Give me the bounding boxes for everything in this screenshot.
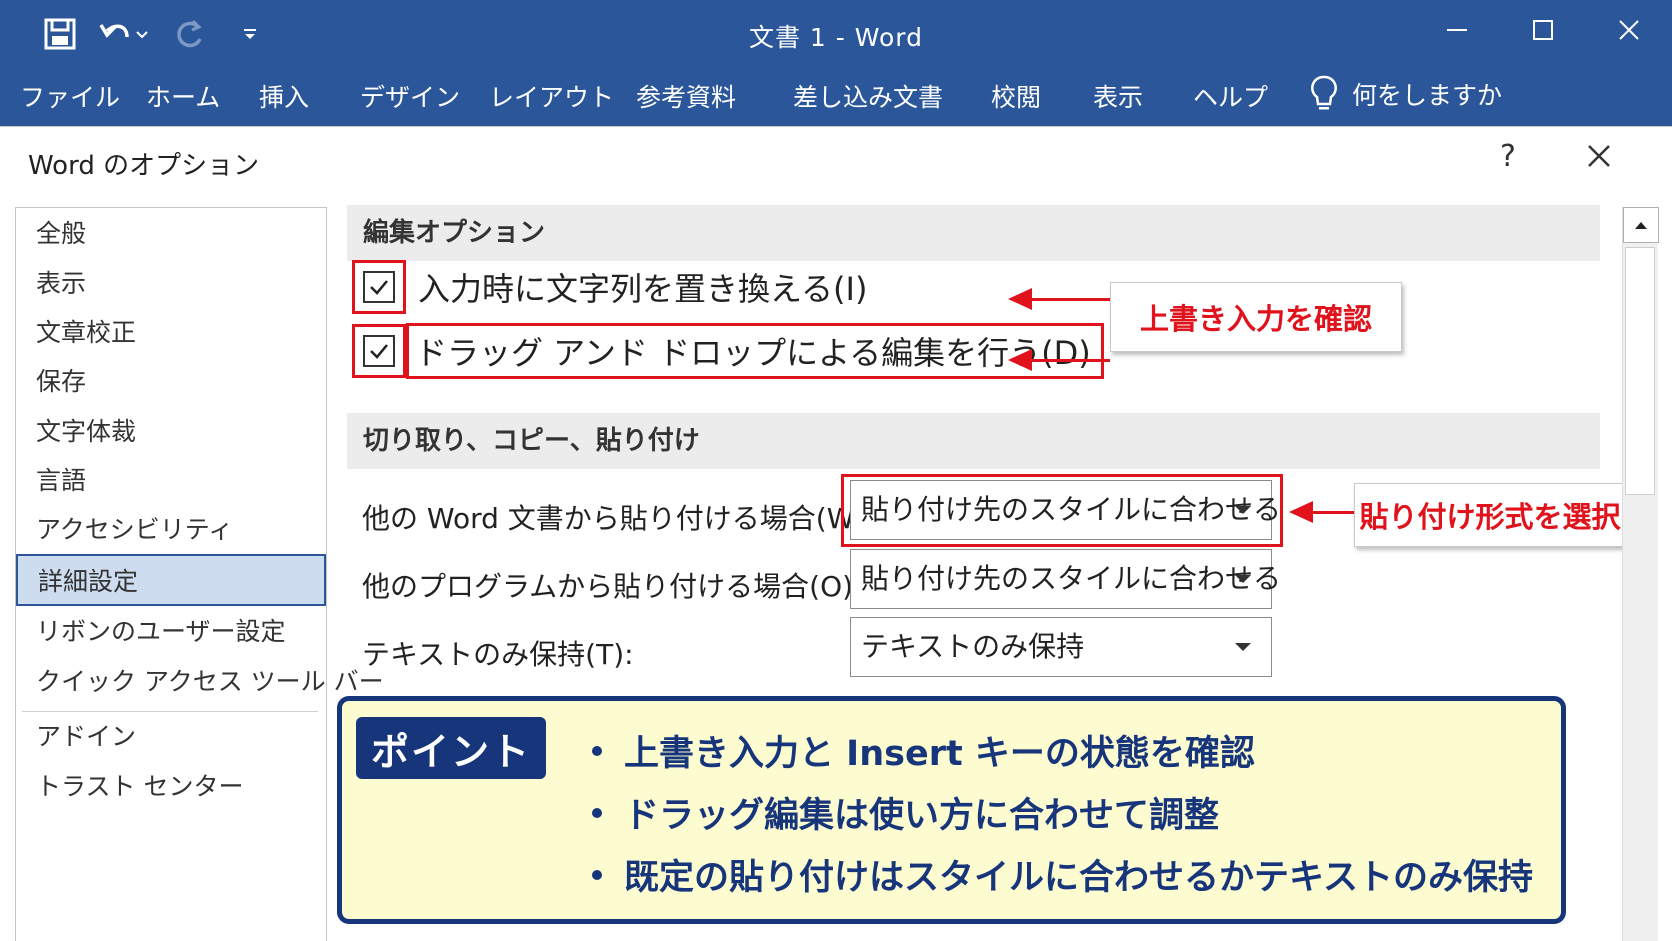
paste-within-word-value: 貼り付け先のスタイルに合わせる — [861, 493, 1282, 526]
nav-item-display[interactable]: 表示 — [16, 258, 326, 310]
highlight-box — [352, 324, 406, 378]
tab-home[interactable]: ホーム — [146, 78, 220, 114]
replace-text-checkbox[interactable] — [363, 271, 395, 303]
nav-item-proofing[interactable]: 文章校正 — [16, 307, 326, 359]
checkmark-icon — [370, 344, 388, 359]
paste-from-other-programs-value: 貼り付け先のスタイルに合わせる — [861, 562, 1282, 595]
point-line-text: 既定の貼り付けはスタイルに合わせるかテキストのみ保持 — [624, 858, 1533, 898]
drag-drop-checkbox[interactable] — [363, 335, 395, 367]
scroll-up-button[interactable] — [1623, 207, 1659, 243]
nav-item-add-ins[interactable]: アドイン — [16, 711, 326, 763]
dropdown-arrow-icon — [1235, 643, 1251, 651]
tab-help[interactable]: ヘルプ — [1193, 78, 1268, 114]
close-window-button[interactable] — [1586, 0, 1672, 60]
point-line-text: ドラッグ編集は使い方に合わせて調整 — [624, 796, 1220, 836]
drag-drop-label[interactable]: ドラッグ アンド ドロップによる編集を行う(D) — [415, 328, 1091, 374]
bullet-dot — [592, 808, 602, 818]
triangle-up-icon — [1635, 222, 1647, 229]
nav-item-quick-access-toolbar[interactable]: クイック アクセス ツール バー — [16, 656, 384, 708]
lightbulb-icon — [1311, 75, 1337, 110]
scroll-thumb[interactable] — [1625, 247, 1655, 495]
tab-view[interactable]: 表示 — [1093, 78, 1143, 114]
nav-item-typography[interactable]: 文字体裁 — [16, 406, 326, 458]
maximize-button[interactable] — [1500, 0, 1586, 60]
nav-item-save[interactable]: 保存 — [16, 356, 326, 408]
highlight-box — [352, 260, 406, 314]
vertical-scrollbar[interactable] — [1622, 207, 1659, 941]
point-line: 上書き入力と Insert キーの状態を確認 — [592, 725, 1255, 776]
nav-item-language[interactable]: 言語 — [16, 455, 326, 507]
paste-from-other-programs-label: 他のプログラムから貼り付ける場合(O): — [362, 570, 863, 603]
close-icon — [1619, 20, 1639, 40]
title-bar: 文書 1 - Word — [0, 0, 1672, 66]
callout-arrow — [1311, 511, 1354, 514]
callout-arrow — [1289, 501, 1313, 523]
callout-arrow — [1030, 298, 1110, 301]
window-controls — [1414, 0, 1672, 60]
checkmark-icon — [370, 280, 388, 295]
point-summary-box: ポイント 上書き入力と Insert キーの状態を確認 ドラッグ編集は使い方に合… — [337, 696, 1566, 924]
help-button[interactable]: ? — [1500, 139, 1516, 174]
ribbon-tabs: ファイル ホーム 挿入 デザイン レイアウト 参考資料 差し込み文書 校閲 表示… — [0, 66, 1672, 126]
tab-insert[interactable]: 挿入 — [259, 78, 309, 114]
options-nav: 全般 表示 文章校正 保存 文字体裁 言語 アクセシビリティ 詳細設定 リボンの… — [15, 207, 384, 941]
tab-file[interactable]: ファイル — [20, 78, 120, 114]
tab-mailings[interactable]: 差し込み文書 — [793, 78, 943, 114]
maximize-icon — [1533, 20, 1553, 40]
tab-references[interactable]: 参考資料 — [636, 78, 736, 114]
minimize-icon — [1447, 29, 1467, 31]
paste-within-word-label: 他の Word 文書から貼り付ける場合(W): — [362, 502, 875, 535]
close-icon — [1588, 145, 1610, 167]
bullet-dot — [592, 746, 602, 756]
option-drag-drop: ドラッグ アンド ドロップによる編集を行う(D) — [352, 323, 1104, 379]
point-badge: ポイント — [356, 717, 546, 779]
tell-me-label: 何をしますか — [1352, 81, 1503, 110]
bullet-dot — [592, 870, 602, 880]
highlight-box: ドラッグ アンド ドロップによる編集を行う(D) — [406, 323, 1104, 379]
nav-item-trust-center[interactable]: トラスト センター — [16, 761, 326, 813]
dropdown-arrow-icon — [1235, 506, 1251, 514]
callout-arrow — [1008, 288, 1032, 310]
callout-arrow — [1008, 349, 1032, 371]
keep-text-only-label: テキストのみ保持(T): — [362, 638, 634, 671]
point-line: ドラッグ編集は使い方に合わせて調整 — [592, 787, 1219, 838]
option-replace-text: 入力時に文字列を置き換える(I) — [352, 260, 867, 314]
minimize-button[interactable] — [1414, 0, 1500, 60]
tab-design[interactable]: デザイン — [360, 78, 460, 114]
dropdown-arrow-icon — [1235, 575, 1251, 583]
keep-text-only-value: テキストのみ保持 — [861, 630, 1085, 663]
point-line-text: 上書き入力と Insert キーの状態を確認 — [624, 734, 1255, 774]
dialog-close-button[interactable] — [1586, 143, 1612, 173]
section-heading-editing: 編集オプション — [347, 205, 1600, 261]
tab-layout[interactable]: レイアウト — [489, 78, 614, 114]
dialog-title: Word のオプション — [28, 151, 260, 181]
callout-overwrite: 上書き入力を確認 — [1110, 282, 1402, 352]
nav-item-customize-ribbon[interactable]: リボンのユーザー設定 — [16, 606, 326, 658]
callout-arrow — [1030, 359, 1110, 362]
tab-review[interactable]: 校閲 — [991, 78, 1041, 114]
point-line: 既定の貼り付けはスタイルに合わせるかテキストのみ保持 — [592, 849, 1533, 900]
nav-item-advanced[interactable]: 詳細設定 — [16, 554, 326, 606]
nav-item-accessibility[interactable]: アクセシビリティ — [16, 504, 326, 556]
paste-within-word-select[interactable]: 貼り付け先のスタイルに合わせる — [850, 480, 1281, 540]
section-heading-paste: 切り取り、コピー、貼り付け — [347, 413, 1600, 469]
nav-item-general[interactable]: 全般 — [16, 208, 326, 260]
callout-paste-format: 貼り付け形式を選択 — [1354, 483, 1626, 547]
keep-text-only-select[interactable]: テキストのみ保持 — [850, 617, 1272, 677]
tell-me-search[interactable]: 何をしますか — [1310, 74, 1502, 114]
replace-text-label[interactable]: 入力時に文字列を置き換える(I) — [418, 264, 867, 310]
paste-from-other-programs-select[interactable]: 貼り付け先のスタイルに合わせる — [850, 549, 1281, 609]
